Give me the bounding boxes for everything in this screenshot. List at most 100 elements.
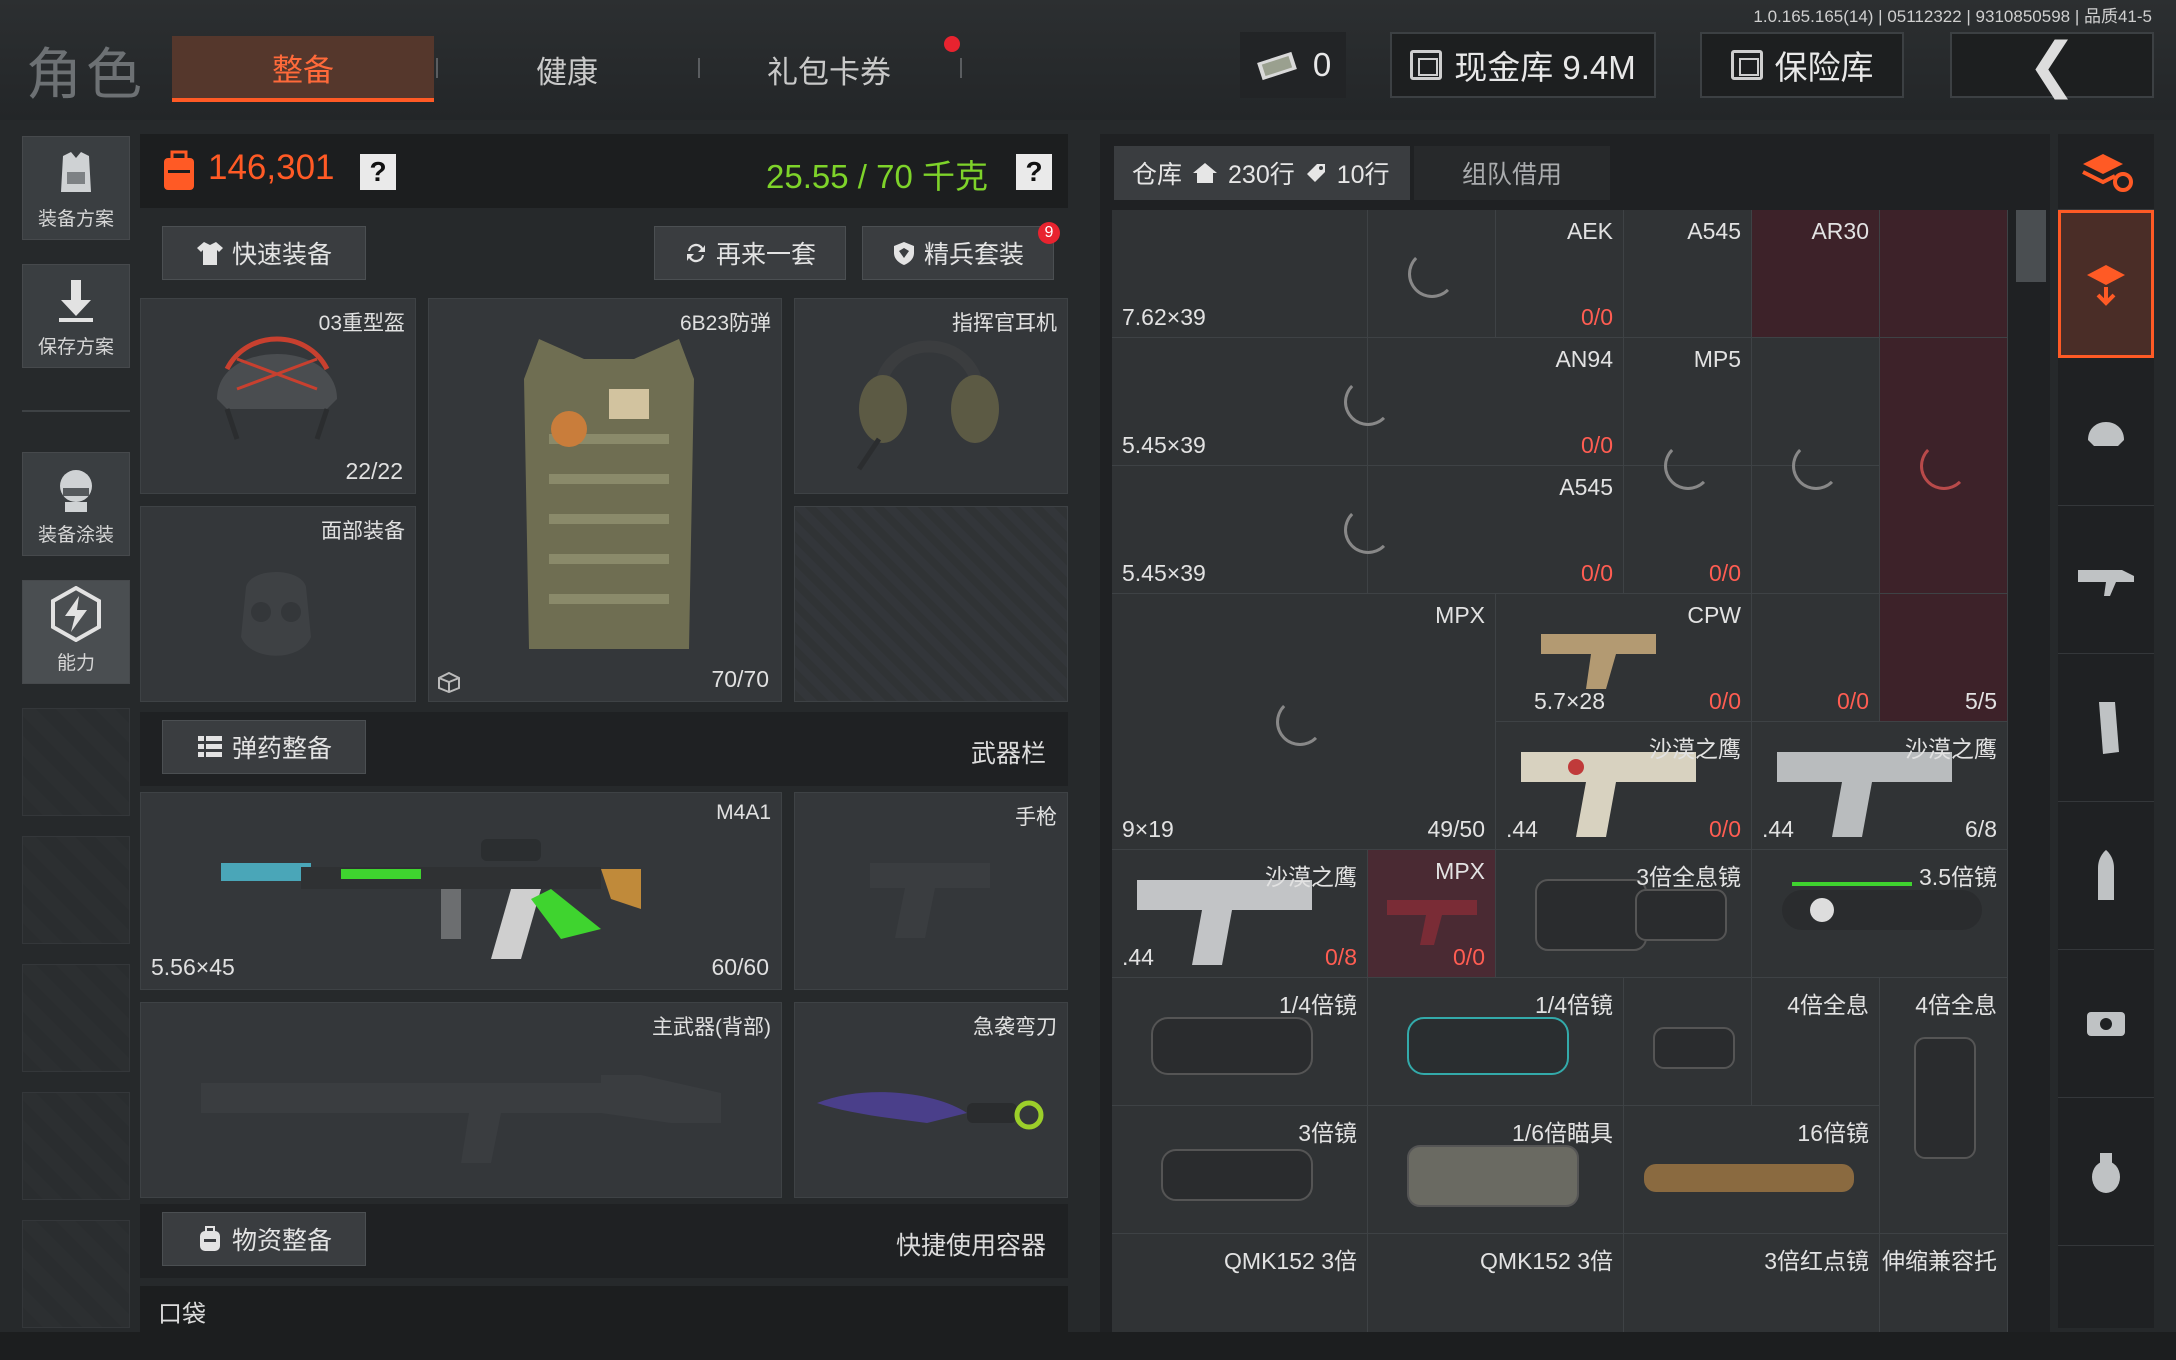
shield-icon (893, 242, 914, 265)
storage-cell-scope[interactable]: QMK152 3倍 (1368, 1234, 1624, 1332)
storage-cell[interactable] (1880, 210, 2008, 338)
storage-cell-scope[interactable]: 3倍镜 (1112, 1106, 1368, 1234)
storage-cell[interactable]: AN94 0/0 (1344, 338, 1624, 466)
safe-vault-button[interactable]: 保险库 (1700, 32, 1904, 98)
melee-slot[interactable]: 急袭弯刀 (794, 1002, 1068, 1198)
bag-icon (199, 1226, 220, 1251)
category-optics[interactable] (2058, 950, 2154, 1098)
sidebar-item-loadout-plan[interactable]: 装备方案 (22, 136, 130, 240)
caliber-label: .44 (1506, 816, 1538, 842)
primary-weapon-slot[interactable]: M4A1 5.56×45 60/60 (140, 792, 782, 990)
storage-cell[interactable] (1368, 210, 1496, 338)
safe-vault-label: 保险库 (1774, 49, 1874, 86)
category-weapons[interactable] (2058, 506, 2154, 654)
sidebar-item-gear-skin[interactable]: 装备涂装 (22, 452, 130, 556)
headset-slot[interactable]: 指挥官耳机 (794, 298, 1068, 494)
tab-storage[interactable]: 仓库 230行 10行 (1114, 146, 1410, 200)
ammo-cell[interactable]: 5.45×39 (1112, 338, 1368, 466)
empty-gear-slot[interactable] (794, 506, 1068, 702)
storage-cell-scope[interactable]: 3倍全息镜 (1496, 850, 1752, 978)
storage-cell-mpx[interactable]: MPX 0/0 (1368, 850, 1496, 978)
storage-cell-scope[interactable]: 3倍红点镜 (1624, 1234, 1880, 1332)
storage-cell[interactable]: 0/0 (1752, 594, 1880, 722)
item-label: 1/4倍镜 (1535, 992, 1613, 1018)
tab-team-borrow[interactable]: 组队借用 (1414, 146, 1610, 200)
loading-spinner (1664, 442, 1712, 490)
cash-counter[interactable]: 0 (1240, 32, 1346, 98)
storage-cell-scope[interactable]: 1/4倍镜 (1112, 978, 1368, 1106)
ammo-cell[interactable]: 7.62×39 (1112, 210, 1368, 338)
quantity: 0/0 (1709, 560, 1741, 586)
storage-cell[interactable]: AEK 0/0 (1496, 210, 1624, 338)
storage-cell-scope[interactable] (1624, 978, 1752, 1106)
storage-cell-scope[interactable]: 1/6倍瞄具 (1368, 1106, 1624, 1234)
storage-cell-scope[interactable]: 3.5倍镜 (1752, 850, 2008, 978)
loading-spinner (1344, 506, 1392, 554)
ammo-cell[interactable]: 5.45×39 (1112, 466, 1368, 594)
weapon-label: MPX (1435, 602, 1485, 628)
back-weapon-slot[interactable]: 主武器(背部) (140, 1002, 782, 1198)
storage-cell-stock[interactable]: 伸缩兼容托 (1880, 1234, 2008, 1332)
melee-label: 急袭弯刀 (973, 1016, 1057, 1039)
supply-prep-button[interactable]: 物资整备 (162, 1212, 366, 1266)
category-grenades[interactable] (2058, 1098, 2154, 1246)
category-ammo[interactable] (2058, 802, 2154, 950)
quick-equip-button[interactable]: 快速装备 (162, 226, 366, 280)
quantity: 0/0 (1709, 816, 1741, 842)
pocket-label: 口袋 (158, 1301, 206, 1328)
karambit-image (817, 1092, 1044, 1130)
tab-gift-cards[interactable]: 礼包卡券 (698, 36, 960, 102)
sidebar-empty-slot (22, 708, 130, 816)
storage-cell[interactable]: 0/0 (1624, 442, 1752, 594)
pistol-slot[interactable]: 手枪 (794, 792, 1068, 990)
scope-image (1653, 1027, 1735, 1069)
category-armor[interactable] (2058, 358, 2154, 506)
storage-cell[interactable]: A545 0/0 (1344, 466, 1624, 594)
storage-cell-deagle[interactable]: 沙漠之鹰 .44 6/8 (1752, 722, 2008, 850)
storage-cell-mpx[interactable]: MPX 9×19 49/50 (1112, 594, 1496, 850)
storage-cell-deagle[interactable]: 沙漠之鹰 .44 0/8 (1112, 850, 1368, 978)
storage-cell-scope[interactable]: QMK152 3倍 (1112, 1234, 1368, 1332)
tab-health[interactable]: 健康 (436, 36, 698, 102)
sidebar-item-save-plan[interactable]: 保存方案 (22, 264, 130, 368)
cash-vault-button[interactable]: 现金库 9.4M (1390, 32, 1656, 98)
equip-again-button[interactable]: 再来一套 (654, 226, 846, 280)
storage-scrollbar[interactable] (2016, 210, 2046, 282)
soldier-head-icon (60, 470, 92, 512)
storage-cell-deagle[interactable]: 沙漠之鹰 .44 0/0 (1496, 722, 1752, 850)
elite-kit-label: 精兵套装 (923, 241, 1024, 269)
list-icon (197, 736, 222, 757)
elite-kit-button[interactable]: 精兵套装 (862, 226, 1054, 280)
storage-cell[interactable] (1752, 442, 1880, 594)
face-slot[interactable]: 面部装备 (140, 506, 416, 702)
tab-divider (960, 58, 962, 78)
ammo-prep-button[interactable]: 弹药整备 (162, 720, 366, 774)
helmet-slot[interactable]: 03重型盔 22/22 (140, 298, 416, 494)
armor-slot[interactable]: 6B23防弹 70/70 (428, 298, 782, 702)
storage-cell[interactable]: 5/5 (1880, 594, 2008, 722)
vest-icon (61, 152, 91, 192)
item-label: 4倍全息 (1787, 992, 1869, 1018)
storage-cell-scope[interactable]: 4倍全息 (1752, 978, 1880, 1106)
weapon-label: A545 (1687, 218, 1741, 244)
category-all[interactable] (2058, 210, 2154, 358)
storage-cell-scope[interactable]: 1/4倍镜 (1368, 978, 1624, 1106)
value-help-button[interactable]: ? (360, 154, 396, 190)
sidebar-item-ability[interactable]: 能力 (22, 580, 130, 684)
sort-stack-button[interactable] (2058, 134, 2154, 210)
weapon-label: CPW (1687, 602, 1741, 628)
storage-cell-cpw[interactable]: CPW 5.7×28 0/0 (1496, 594, 1752, 722)
gas-mask-icon (241, 572, 311, 656)
loadout-value: 146,301 (208, 148, 335, 187)
m4a1-image (221, 839, 641, 959)
weight-help-button[interactable]: ? (1016, 154, 1052, 190)
tab-gear[interactable]: 整备 (172, 36, 434, 102)
storage-cell[interactable]: A545 (1624, 210, 1752, 338)
weapon-label: AN94 (1555, 346, 1613, 372)
category-magazines[interactable] (2058, 654, 2154, 802)
storage-cell[interactable]: AR30 (1752, 210, 1880, 338)
storage-cell-scope[interactable]: 4倍全息 (1880, 978, 2008, 1234)
storage-cell[interactable] (1880, 338, 2008, 594)
storage-cell-scope[interactable]: 16倍镜 (1624, 1106, 1880, 1234)
back-button[interactable]: ❮ (1950, 31, 2154, 98)
